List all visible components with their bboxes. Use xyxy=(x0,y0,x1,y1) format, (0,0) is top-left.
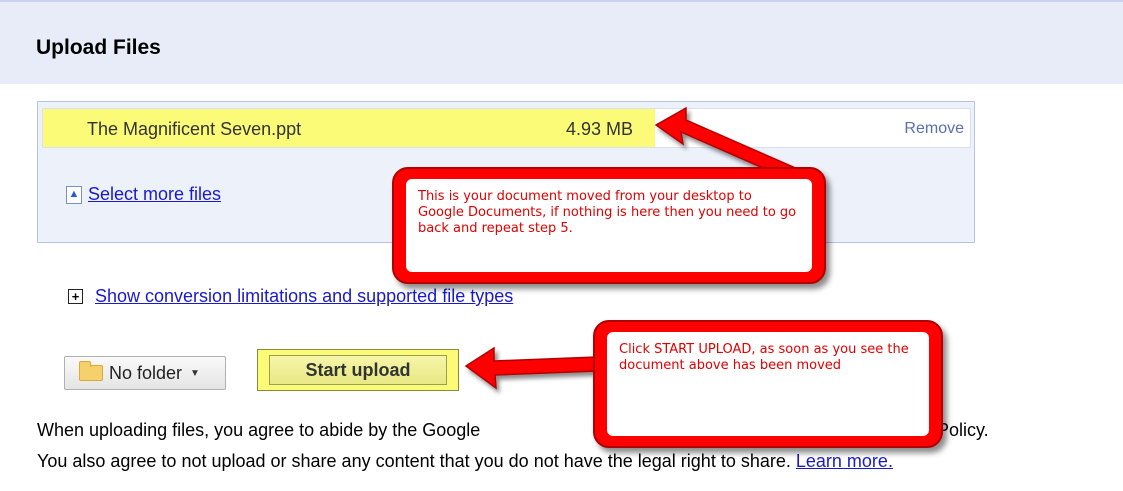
upload-files-header: Upload Files xyxy=(0,0,1123,84)
learn-more-link[interactable]: Learn more. xyxy=(796,451,893,471)
annotation-text-start-upload: Click START UPLOAD, as soon as you see t… xyxy=(607,332,929,436)
agreement-text-1: When uploading files, you agree to abide… xyxy=(37,420,481,440)
annotation-callout-start-upload: Click START UPLOAD, as soon as you see t… xyxy=(593,320,943,448)
agreement-line-1: When uploading files, you agree to abide… xyxy=(37,420,989,441)
upload-arrow-icon: ▲ xyxy=(66,185,82,204)
start-upload-label: Start upload xyxy=(269,355,447,385)
file-size: 4.93 MB xyxy=(566,119,634,139)
select-more-files-link[interactable]: Select more files xyxy=(88,184,221,205)
annotation-callout-document: This is your document moved from your de… xyxy=(392,167,826,284)
agreement-line-2: You also agree to not upload or share an… xyxy=(37,451,893,472)
expand-plus-icon[interactable]: + xyxy=(68,289,83,304)
start-upload-button[interactable]: Start upload xyxy=(257,349,459,391)
remove-file-link[interactable]: Remove xyxy=(904,120,964,138)
page-title: Upload Files xyxy=(36,36,161,59)
folder-dropdown[interactable]: No folder ▼ xyxy=(64,356,226,390)
file-row: The Magnificent Seven.ppt 4.93 MB Remove xyxy=(42,108,971,148)
folder-dropdown-label: No folder xyxy=(109,362,183,383)
conversion-limitations-toggle[interactable]: + Show conversion limitations and suppor… xyxy=(68,286,513,307)
select-more-files[interactable]: ▲ Select more files xyxy=(66,184,221,205)
file-name: The Magnificent Seven.ppt xyxy=(87,119,302,139)
folder-icon xyxy=(79,361,103,381)
annotation-text-document: This is your document moved from your de… xyxy=(406,179,812,272)
chevron-down-icon: ▼ xyxy=(190,367,200,379)
arrow-to-start-upload xyxy=(464,346,598,390)
agreement-text-2: You also agree to not upload or share an… xyxy=(37,451,791,471)
conversion-limitations-link[interactable]: Show conversion limitations and supporte… xyxy=(95,286,513,307)
